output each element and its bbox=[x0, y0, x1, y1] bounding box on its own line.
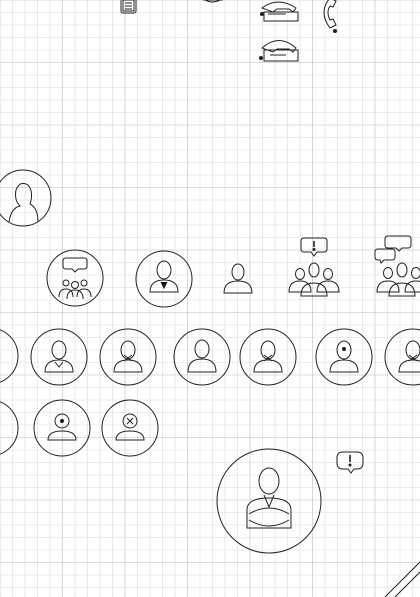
canvas-background bbox=[0, 0, 420, 597]
diagram-canvas[interactable] bbox=[0, 0, 420, 597]
